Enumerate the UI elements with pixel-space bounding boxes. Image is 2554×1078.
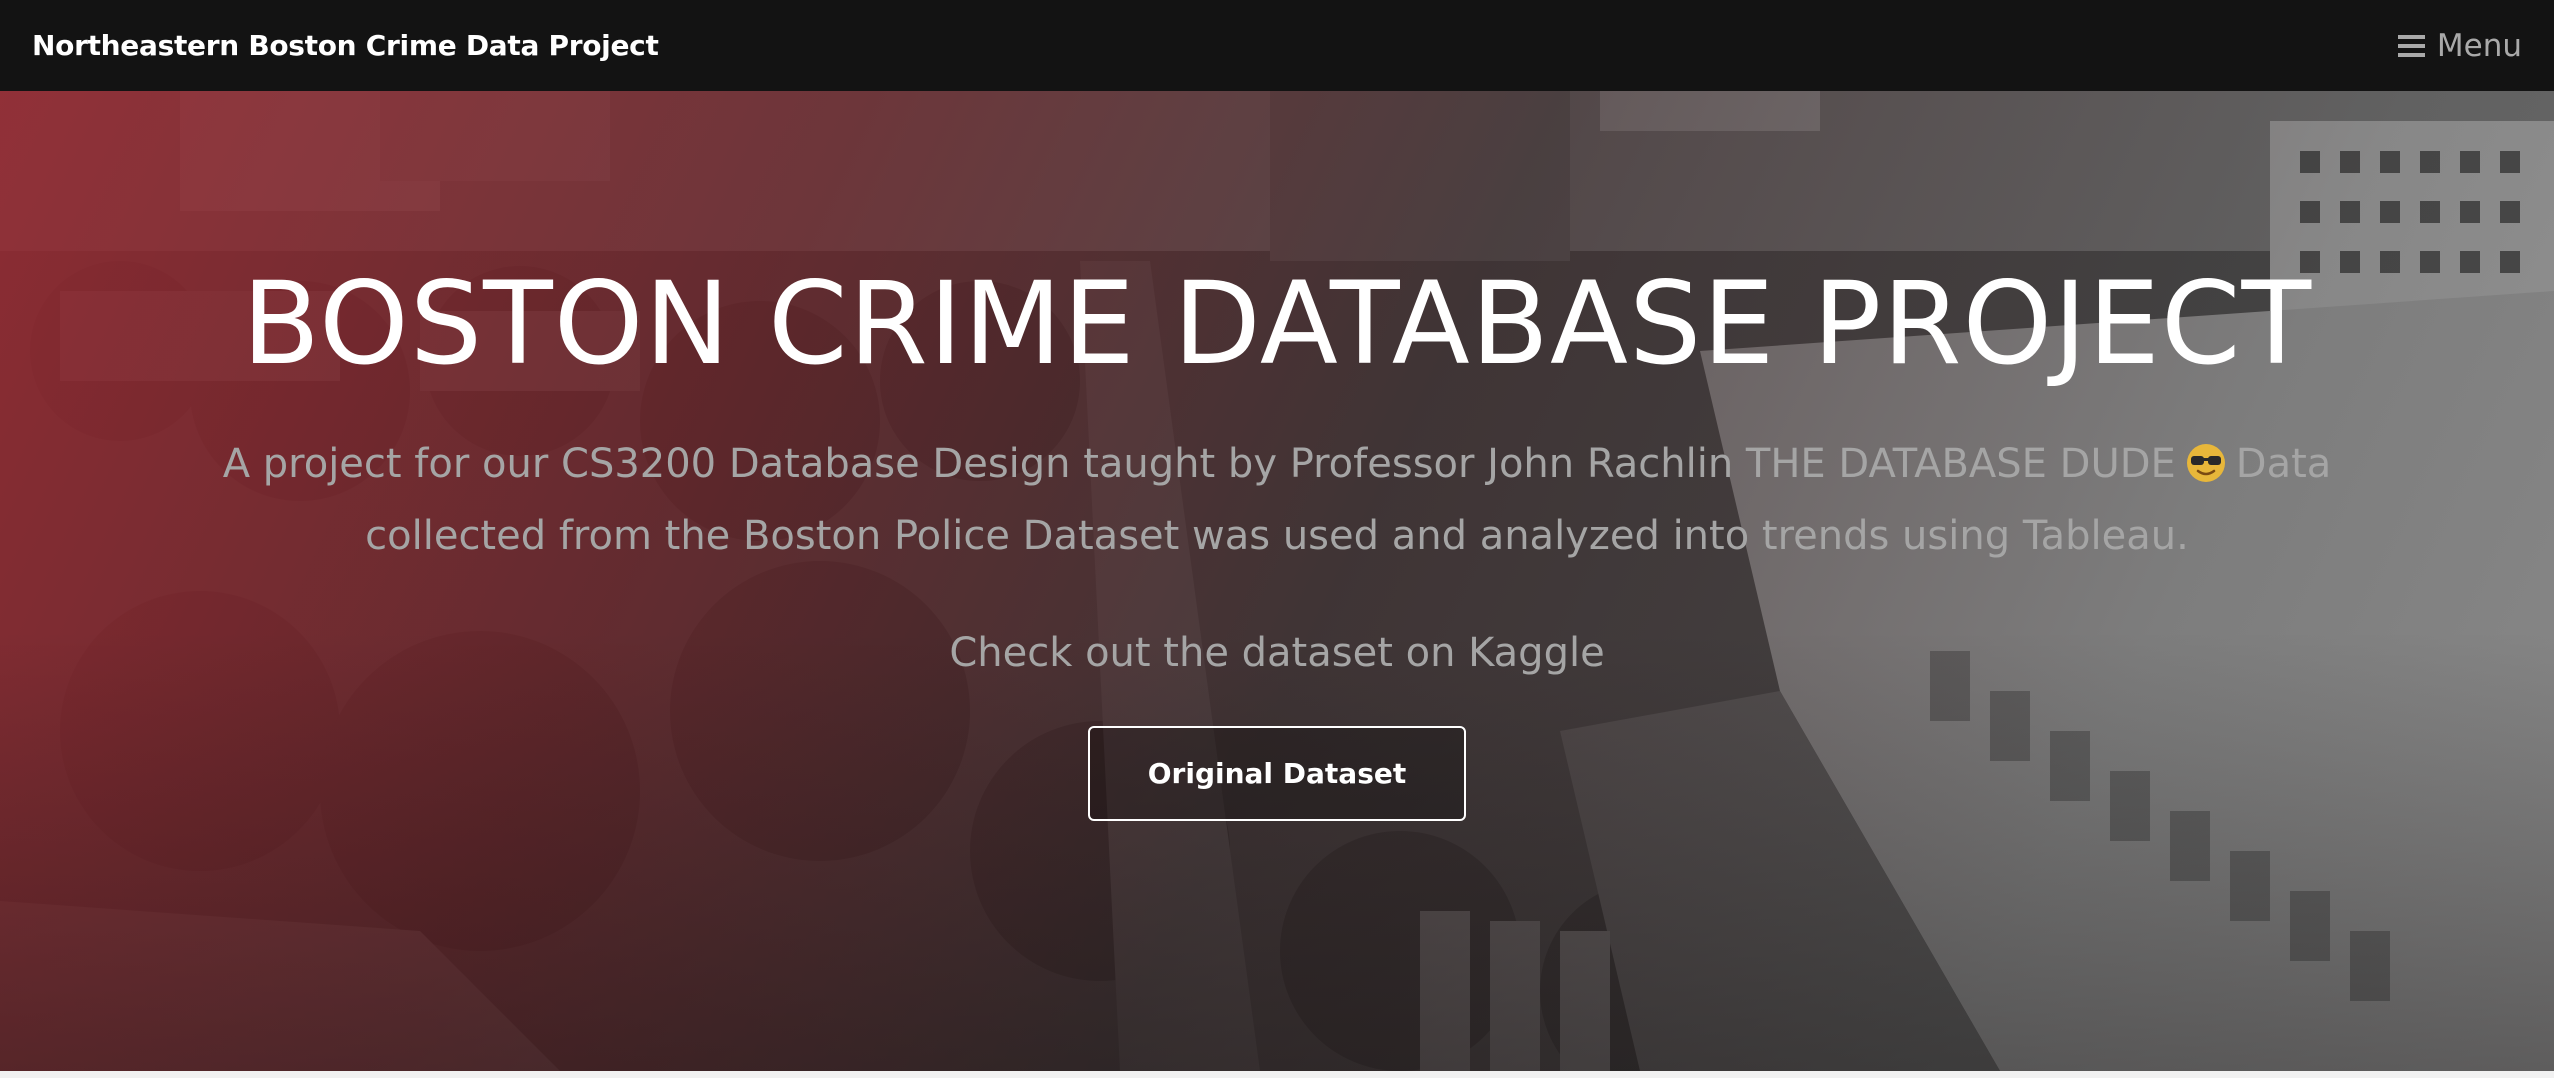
original-dataset-button[interactable]: Original Dataset — [1088, 726, 1466, 822]
hero-title: BOSTON CRIME DATABASE PROJECT — [241, 257, 2313, 390]
hero-content: BOSTON CRIME DATABASE PROJECT A project … — [0, 91, 2554, 1071]
hero-section: BOSTON CRIME DATABASE PROJECT A project … — [0, 91, 2554, 1071]
site-brand-link[interactable]: Northeastern Boston Crime Data Project — [32, 29, 659, 62]
menu-toggle-button[interactable]: Menu — [2397, 27, 2522, 64]
hero-description-text-1: A project for our CS3200 Database Design… — [222, 441, 2176, 488]
dataset-callout-text: Check out the dataset on Kaggle — [949, 630, 1605, 677]
sunglasses-emoji-icon — [2186, 444, 2225, 483]
page-bottom-strip — [0, 1071, 2554, 1078]
hamburger-icon — [2397, 34, 2425, 58]
menu-label: Menu — [2436, 27, 2522, 64]
hero-description: A project for our CS3200 Database Design… — [177, 428, 2377, 572]
top-navbar: Northeastern Boston Crime Data Project M… — [0, 0, 2554, 91]
